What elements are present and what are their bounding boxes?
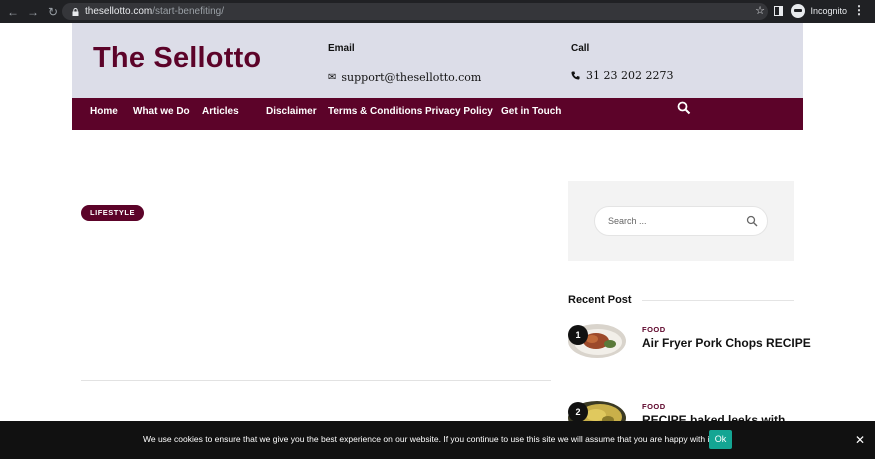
nav-home[interactable]: Home <box>90 106 118 117</box>
recent-post-divider <box>642 300 794 301</box>
phone-contact: 31 23 202 2273 <box>571 69 673 82</box>
url-path: /start-benefiting/ <box>152 6 224 17</box>
cookie-accept-button[interactable]: Ok <box>709 430 732 449</box>
cookie-message: We use cookies to ensure that we give yo… <box>143 434 715 444</box>
lock-icon <box>72 7 79 16</box>
site-header: The Sellotto Email ✉ support@thesellotto… <box>72 23 803 98</box>
url-host: thesellotto.com <box>85 6 153 17</box>
nav-what-we-do[interactable]: What we Do <box>133 106 190 117</box>
browser-toolbar: ← → ↻ thesellotto.com/start-benefiting/ … <box>0 0 875 23</box>
close-icon[interactable]: ✕ <box>855 433 865 447</box>
address-bar[interactable]: thesellotto.com/start-benefiting/ <box>62 3 768 20</box>
phone-icon <box>571 71 580 80</box>
envelope-icon: ✉ <box>328 72 337 83</box>
post-rank-badge: 2 <box>568 402 588 422</box>
post-category[interactable]: FOOD <box>642 325 666 334</box>
recent-post-heading: Recent Post <box>568 294 632 306</box>
category-badge[interactable]: LIFESTYLE <box>81 205 144 221</box>
forward-icon[interactable]: → <box>26 5 40 19</box>
phone-value[interactable]: 31 23 202 2273 <box>586 69 673 82</box>
nav-terms[interactable]: Terms & Conditions <box>328 106 422 117</box>
email-label: Email <box>328 43 355 54</box>
email-value[interactable]: support@thesellotto.com <box>341 71 481 84</box>
search-input[interactable]: Search ... <box>594 206 768 236</box>
side-panel-icon[interactable] <box>774 6 783 16</box>
site-logo[interactable]: The Sellotto <box>93 42 261 75</box>
back-icon[interactable]: ← <box>6 5 20 19</box>
email-contact: ✉ support@thesellotto.com <box>328 71 481 84</box>
post-category[interactable]: FOOD <box>642 402 666 411</box>
search-submit-icon[interactable] <box>746 215 758 227</box>
post-title[interactable]: Air Fryer Pork Chops RECIPE <box>642 336 811 350</box>
cookie-consent-bar: We use cookies to ensure that we give yo… <box>0 421 875 459</box>
nav-disclaimer[interactable]: Disclaimer <box>266 106 317 117</box>
call-label: Call <box>571 43 590 54</box>
main-nav: Home What we Do Articles Disclaimer Term… <box>72 98 803 130</box>
incognito-icon <box>791 4 806 18</box>
search-icon[interactable] <box>677 101 691 115</box>
post-rank-badge: 1 <box>568 325 588 345</box>
reload-icon[interactable]: ↻ <box>46 5 60 19</box>
nav-contact[interactable]: Get in Touch <box>501 106 561 117</box>
incognito-profile[interactable]: Incognito <box>791 4 847 18</box>
sidebar-search-widget: Search ... <box>568 181 794 261</box>
nav-articles[interactable]: Articles <box>202 106 239 117</box>
incognito-label: Incognito <box>810 6 847 16</box>
content-divider <box>81 380 551 381</box>
nav-privacy[interactable]: Privacy Policy <box>425 106 493 117</box>
bookmark-star-icon[interactable]: ☆ <box>755 4 765 17</box>
browser-menu-icon[interactable]: ⋮ <box>853 3 865 17</box>
